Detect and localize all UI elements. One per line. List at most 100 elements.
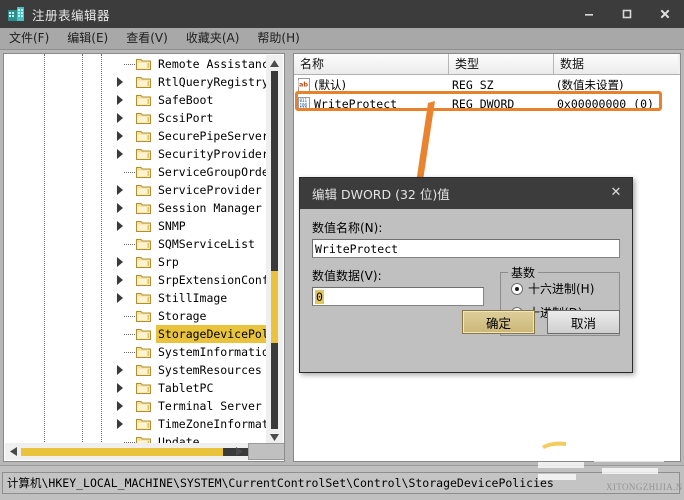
menu-item-edit[interactable]: 编辑(E)	[58, 28, 117, 49]
column-header-data[interactable]: 数据	[554, 54, 678, 74]
cancel-button[interactable]: 取消	[547, 310, 620, 334]
tree-hscroll-track[interactable]	[21, 448, 266, 456]
tree-item-label: SNMP	[158, 219, 186, 233]
svg-text:110: 110	[300, 106, 308, 111]
column-header-type[interactable]: 类型	[449, 54, 554, 74]
tree-item-tabletpc[interactable]: TabletPC	[4, 379, 266, 397]
tree-horizontal-scrollbar[interactable]	[5, 443, 284, 460]
folder-icon	[136, 147, 151, 160]
folder-icon	[136, 165, 151, 178]
tree-item-systeminformation[interactable]: SystemInformation	[4, 343, 266, 361]
tree-item-label: Storage	[158, 309, 207, 323]
registry-tree-pane[interactable]: Remote Assistance RtlQueryRegistryConf Saf…	[3, 53, 285, 462]
expand-triangle-icon[interactable]	[117, 77, 123, 87]
radio-hexadecimal[interactable]: 十六进制(H)	[511, 280, 619, 297]
ok-button[interactable]: 确定	[462, 310, 535, 334]
tree-vertical-scrollbar[interactable]	[266, 55, 283, 445]
tree-connector-line	[124, 316, 135, 317]
expand-triangle-icon[interactable]	[117, 257, 123, 267]
expand-triangle-icon[interactable]	[117, 293, 123, 303]
scroll-right-icon[interactable]	[231, 443, 247, 460]
menu-bar: 文件(F) 编辑(E) 查看(V) 收藏夹(A) 帮助(H)	[0, 28, 684, 50]
tree-item-scsiport[interactable]: ScsiPort	[4, 109, 266, 127]
tree-scroll-thumb[interactable]	[271, 271, 278, 343]
tree-item-label: SecurityProviders	[158, 147, 266, 161]
table-row[interactable]: ab (默认) REG_SZ (数值未设置)	[294, 75, 680, 94]
pane-splitter[interactable]	[285, 53, 293, 462]
dialog-close-icon[interactable]: ✕	[608, 186, 624, 201]
scroll-left-icon[interactable]	[5, 443, 21, 460]
expand-triangle-icon[interactable]	[117, 95, 123, 105]
tree-item-label: Terminal Server	[158, 399, 262, 413]
tree-item-rtlqueryregistryconf[interactable]: RtlQueryRegistryConf	[4, 73, 266, 91]
scroll-up-icon[interactable]	[266, 55, 283, 71]
tree-connector-line	[124, 352, 135, 353]
value-name-text: WriteProtect	[315, 241, 399, 256]
expand-triangle-icon[interactable]	[117, 365, 123, 375]
expand-triangle-icon[interactable]	[117, 275, 123, 285]
tree-item-systemresources[interactable]: SystemResources	[4, 361, 266, 379]
tree-hscroll-thumb[interactable]	[21, 448, 223, 456]
tree-item-session-manager[interactable]: Session Manager	[4, 199, 266, 217]
tree-item-safeboot[interactable]: SafeBoot	[4, 91, 266, 109]
tree-item-snmp[interactable]: SNMP	[4, 217, 266, 235]
tree-item-label: Remote Assistance	[158, 57, 266, 71]
values-list[interactable]: ab (默认) REG_SZ (数值未设置) 011 100 110 WriteProtect…	[294, 75, 680, 113]
tree-item-serviceprovider[interactable]: ServiceProvider	[4, 181, 266, 199]
values-column-header: 名称 类型 数据	[294, 54, 680, 75]
expand-triangle-icon[interactable]	[117, 149, 123, 159]
folder-icon	[136, 75, 151, 88]
menu-item-file[interactable]: 文件(F)	[0, 28, 58, 49]
tree-item-storagedevicepolicie[interactable]: StorageDevicePolicie	[4, 325, 266, 343]
folder-icon	[136, 237, 151, 250]
expand-triangle-icon[interactable]	[117, 185, 123, 195]
folder-icon	[136, 327, 151, 340]
tree-item-label: ScsiPort	[158, 111, 214, 125]
column-header-name[interactable]: 名称	[294, 54, 449, 74]
tree-item-servicegrouporder[interactable]: ServiceGroupOrder	[4, 163, 266, 181]
minimize-button[interactable]	[570, 0, 608, 28]
tree-item-srp[interactable]: Srp	[4, 253, 266, 271]
value-data-text: 0	[315, 289, 324, 304]
expand-triangle-icon[interactable]	[117, 131, 123, 141]
value-name-input[interactable]: WriteProtect	[312, 239, 620, 258]
tree-item-stillimage[interactable]: StillImage	[4, 289, 266, 307]
folder-icon	[136, 273, 151, 286]
maximize-button[interactable]	[608, 0, 646, 28]
menu-item-favorites[interactable]: 收藏夹(A)	[177, 28, 249, 49]
reg-dword-icon: 011 100 110	[297, 96, 311, 111]
tree-item-remote-assistance[interactable]: Remote Assistance	[4, 55, 266, 73]
tree-item-storage[interactable]: Storage	[4, 307, 266, 325]
tree-item-timezoneinformation[interactable]: TimeZoneInformation	[4, 415, 266, 433]
expand-triangle-icon[interactable]	[117, 401, 123, 411]
expand-triangle-icon[interactable]	[117, 113, 123, 123]
folder-icon	[136, 93, 151, 106]
folder-icon	[136, 345, 151, 358]
tree-item-label: Srp	[158, 255, 179, 269]
dialog-titlebar: 编辑 DWORD (32 位)值 ✕	[300, 178, 632, 209]
menu-item-help[interactable]: 帮助(H)	[248, 28, 308, 49]
value-name-cell: ab (默认)	[294, 77, 449, 93]
folder-icon	[136, 381, 151, 394]
value-name-label: 数值名称(N):	[312, 221, 383, 235]
expand-triangle-icon[interactable]	[117, 419, 123, 429]
expand-triangle-icon[interactable]	[117, 221, 123, 231]
tree-scroll-track[interactable]	[271, 71, 278, 429]
value-data-input[interactable]: 0	[312, 287, 484, 306]
tree-item-terminal-server[interactable]: Terminal Server	[4, 397, 266, 415]
registry-tree-list[interactable]: Remote Assistance RtlQueryRegistryConf Saf…	[4, 55, 266, 445]
table-row[interactable]: 011 100 110 WriteProtect REG_DWORD 0x00000000…	[294, 94, 680, 113]
tree-item-securityproviders[interactable]: SecurityProviders	[4, 145, 266, 163]
expand-triangle-icon[interactable]	[117, 383, 123, 393]
tree-item-srpextensionconfig[interactable]: SrpExtensionConfig	[4, 271, 266, 289]
tree-item-securepipeservers[interactable]: SecurePipeServers	[4, 127, 266, 145]
base-group-label: 基数	[508, 264, 539, 281]
tree-connector-line	[124, 334, 135, 335]
menu-item-view[interactable]: 查看(V)	[117, 28, 177, 49]
expand-triangle-icon[interactable]	[117, 203, 123, 213]
tree-item-label: SafeBoot	[158, 93, 214, 107]
radio-hexadecimal-icon[interactable]	[511, 282, 523, 295]
tree-item-sqmservicelist[interactable]: SQMServiceList	[4, 235, 266, 253]
value-data-cell: 0x00000000 (0)	[557, 96, 654, 111]
close-button[interactable]	[646, 0, 684, 28]
